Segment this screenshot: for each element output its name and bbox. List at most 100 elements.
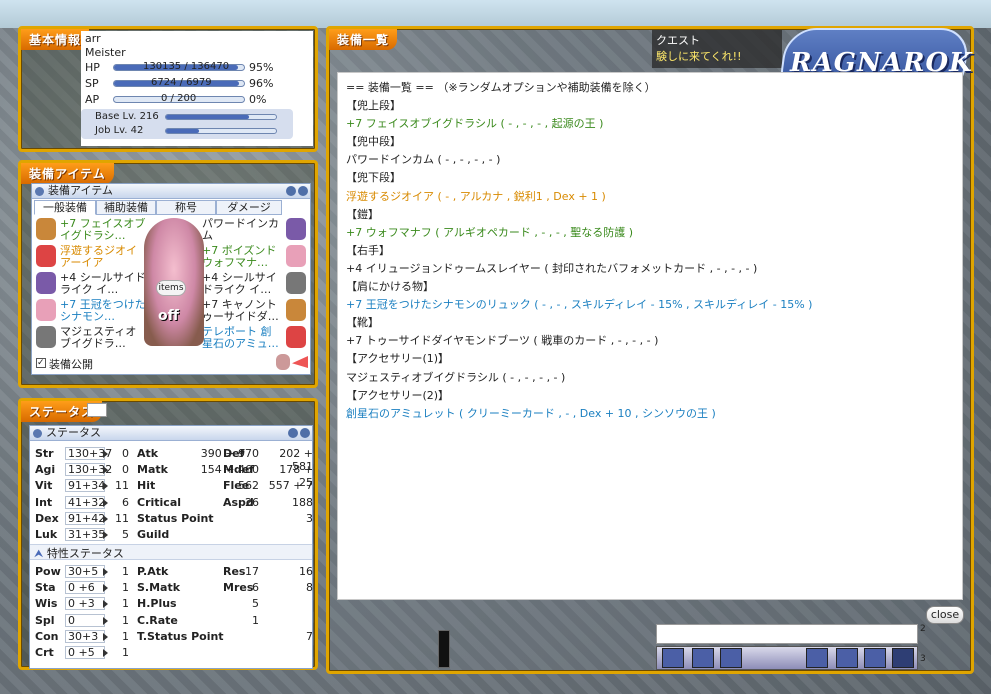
hotbar-slot-icon[interactable] [662, 648, 684, 668]
close-icon[interactable] [298, 186, 308, 196]
increase-stat-icon[interactable] [103, 616, 108, 625]
quest-label: クエスト [656, 34, 700, 47]
increase-stat-icon[interactable] [103, 466, 108, 475]
ap-value: 0 / 200 [161, 93, 197, 104]
equip-slot-icon[interactable] [36, 299, 56, 321]
trait-header[interactable]: ⮝ 特性ステータス [30, 544, 312, 560]
equip-slot-right[interactable]: テレポート 創星石のアミュ… [202, 326, 282, 352]
sp-percent: 96% [249, 77, 274, 90]
stat-name: Luk [35, 528, 58, 541]
increase-stat-icon[interactable] [103, 531, 108, 539]
stat-row: Spl 0 1 C.Rate 1 [35, 613, 335, 629]
stat-row: Agi 130+32 0 Matk 154 + 460 Mdef 178 + 25 [35, 462, 335, 489]
increase-stat-icon[interactable] [103, 649, 108, 657]
derived-value-2: 16 [299, 565, 313, 578]
hotbar-slot-icon[interactable] [892, 648, 914, 668]
equip-slot-right[interactable]: +7 ポイズンドウォフマナ… [202, 245, 282, 271]
derived-name: Guild [137, 528, 170, 541]
equip-slot-left[interactable]: マジェスティオブイグドラ… [60, 326, 146, 352]
equip-slot-icon[interactable] [286, 218, 306, 240]
equip-list-line: == 装備一覧 == （※ランダムオプションや補助装備を除く） [346, 81, 656, 94]
stat-row: Int 41+32 6 Critical 26 Aspd 188 [35, 495, 335, 511]
stat-points: 11 [115, 479, 129, 493]
equip-list-line: +7 フェイスオブイグドラシル ( - , - , - , 起源の王 ) [346, 117, 604, 131]
tab-damage[interactable]: ダメージ [216, 200, 282, 215]
status-window-titlebar[interactable]: ステータス [30, 426, 312, 441]
equip-slot-icon[interactable] [36, 218, 56, 240]
equip-window-titlebar[interactable]: 装備アイテム [32, 184, 310, 199]
stat-points: 5 [122, 528, 129, 541]
char-job: Meister [85, 46, 126, 59]
increase-stat-icon[interactable] [103, 498, 108, 507]
equip-slot-left[interactable]: +4 シールサイドライク イ… [60, 272, 146, 298]
derived-name: P.Atk [137, 565, 169, 578]
stat-value: 30+3 [65, 629, 105, 643]
derived-name: Atk [137, 447, 159, 460]
arrow-icon[interactable] [292, 356, 308, 368]
stat-points: 0 [122, 447, 129, 460]
equip-slot-left[interactable]: +7 フェイスオブイグドラシ… [60, 218, 146, 244]
equip-list-line: +7 ウォフマナフ ( アルギオペカード , - , - , 聖なる防護 ) [346, 225, 634, 239]
tab-support[interactable]: 補助装備 [96, 200, 156, 215]
items-button[interactable]: items [156, 280, 186, 296]
close-icon[interactable] [300, 428, 310, 438]
derived-name-2: Res [223, 565, 246, 578]
hotbar-slot-icon[interactable] [806, 648, 828, 668]
stat-points: 1 [122, 581, 129, 595]
equip-window: 装備アイテム 一般装備 補助装備 称号 ダメージ +7 フェイスオブイグドラシ…… [31, 183, 311, 375]
increase-stat-icon[interactable] [103, 514, 108, 523]
equip-slot-right[interactable]: +7 キャノントゥーサイドダ… [202, 299, 282, 325]
stat-row: Luk 31+35 5 Guild [35, 527, 335, 543]
minimize-icon[interactable] [286, 186, 296, 196]
equip-slot-right[interactable]: +4 シールサイドライク イ… [202, 272, 282, 298]
increase-stat-icon[interactable] [103, 450, 108, 458]
close-button[interactable]: close [926, 606, 964, 624]
equip-slot-icon[interactable] [286, 272, 306, 294]
equip-slot-icon[interactable] [286, 326, 306, 348]
hotbar-slot-icon[interactable] [720, 648, 742, 668]
ap-percent: 0% [249, 93, 267, 106]
scroll-indicator[interactable] [438, 630, 450, 668]
equip-slot-icon[interactable] [286, 299, 306, 321]
equip-list-line: 創星石のアミュレット ( クリーミーカード , - , Dex + 10 , シ… [346, 406, 716, 420]
stat-name: Pow [35, 565, 61, 578]
tab-title[interactable]: 称号 [156, 200, 216, 215]
increase-stat-icon[interactable] [103, 600, 108, 609]
equip-window-title: 装備アイテム [48, 184, 113, 197]
stat-row: Dex 91+42 11 Status Point 3 [35, 511, 335, 527]
increase-stat-icon[interactable] [103, 584, 108, 593]
stat-name: Sta [35, 581, 56, 595]
hp-percent: 95% [249, 61, 274, 74]
stat-points: 1 [122, 597, 129, 611]
increase-stat-icon[interactable] [103, 632, 108, 641]
equip-list-line: 【鎧】 [346, 207, 379, 221]
equip-slot-right[interactable]: パワードインカム [202, 218, 282, 244]
npc-icon[interactable] [276, 354, 290, 370]
minimize-icon[interactable] [288, 428, 298, 438]
hotbar-slot-icon[interactable] [864, 648, 886, 668]
tab-general[interactable]: 一般装備 [34, 200, 96, 215]
basic-info-panel: arr Meister HP 130135 / 136470 95% SP 67… [81, 31, 313, 146]
equip-slot-icon[interactable] [286, 245, 306, 267]
equip-slot-icon[interactable] [36, 326, 56, 348]
hotbar-slot-icon[interactable] [692, 648, 714, 668]
derived-name: Status Point [137, 511, 214, 525]
stat-name: Spl [35, 613, 55, 627]
base-exp-bar [165, 114, 277, 120]
hotbar-slot-icon[interactable] [836, 648, 858, 668]
status-window-title: ステータス [46, 426, 101, 439]
equip-slot-icon[interactable] [36, 245, 56, 267]
equip-slot-icon[interactable] [36, 272, 56, 294]
hotbar-bottom-digit: 3 [920, 654, 926, 664]
quest-box[interactable]: クエスト 験しに来てくれ!! [652, 30, 782, 68]
equip-list-line: 【兜下段】 [346, 171, 401, 185]
status-tab-box [87, 403, 107, 417]
status-window: ステータス Str 130+37 0 Atk 390 + 970 Def 202 + 581… [29, 425, 313, 669]
equip-slot-left[interactable]: +7 王冠をつけたシナモン… [60, 299, 146, 325]
stat-points: 11 [115, 511, 129, 525]
equip-slot-left[interactable]: 浮遊するジオイアーイア [60, 245, 146, 271]
stat-name: Int [35, 495, 53, 509]
increase-stat-icon[interactable] [103, 568, 108, 576]
equip-public-checkbox[interactable]: ✓ [36, 358, 46, 368]
increase-stat-icon[interactable] [103, 482, 108, 491]
